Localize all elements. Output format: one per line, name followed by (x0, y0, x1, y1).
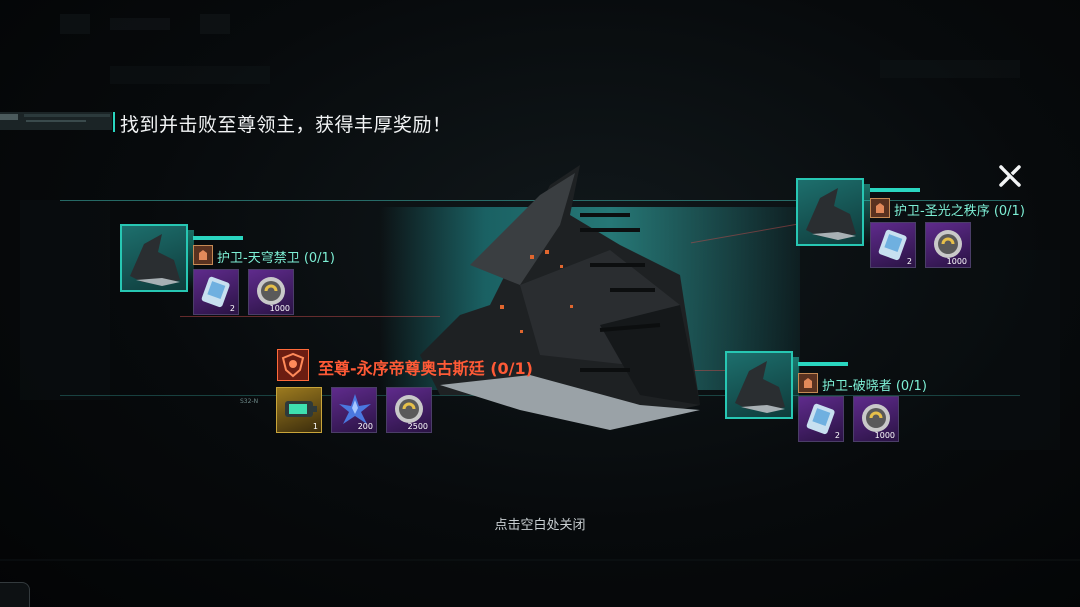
guard-name-3: 护卫-破晓者 (0/1) (822, 379, 927, 394)
reward-item[interactable]: 1000 (853, 396, 899, 442)
chip-card-icon (878, 229, 907, 261)
chip-card-icon (806, 403, 835, 435)
boss-emblem-icon (281, 352, 305, 378)
guard-badge-icon (798, 373, 818, 393)
guard-portrait-2[interactable] (796, 178, 870, 246)
reward-qty: 1 (312, 422, 318, 431)
reward-qty: 2 (906, 257, 912, 266)
guard-tier-bar (193, 236, 243, 240)
guard-tier-bar (870, 188, 920, 192)
close-hint: 点击空白处关闭 (494, 518, 586, 533)
close-icon (999, 165, 1021, 187)
coin-icon (862, 404, 890, 432)
guard-name-1: 护卫-天穹禁卫 (0/1) (217, 251, 335, 266)
boss-badge (277, 349, 309, 381)
title-divider (113, 112, 115, 132)
chip-card-icon (201, 276, 230, 308)
boss-name: 至尊-永序帝尊奥古斯廷 (0/1) (318, 359, 533, 378)
guard-ship-icon (130, 234, 180, 286)
reward-item[interactable]: 2 (870, 222, 916, 268)
coin-icon (934, 230, 962, 258)
guard-ship-icon (735, 361, 785, 413)
coin-icon (395, 395, 423, 423)
reward-qty: 2 (834, 431, 840, 440)
guard-portrait-3[interactable] (725, 351, 799, 419)
battery-icon (285, 401, 317, 417)
corner-tab[interactable] (0, 582, 30, 607)
sector-tag: S32-N (240, 398, 259, 405)
reward-qty: 2500 (407, 422, 428, 431)
header-decor-bar (0, 112, 112, 130)
reward-item[interactable]: 1000 (925, 222, 971, 268)
reward-item[interactable]: 200 (331, 387, 377, 433)
guard-tier-bar (798, 362, 848, 366)
reward-item[interactable]: 2 (798, 396, 844, 442)
coin-icon (257, 277, 285, 305)
reward-item[interactable]: 1 (276, 387, 322, 433)
guard-name-2: 护卫-圣光之秩序 (0/1) (894, 204, 1025, 219)
guard-badge-icon (193, 245, 213, 265)
reward-qty: 1000 (874, 431, 895, 440)
reward-qty: 1000 (269, 304, 290, 313)
guard-badge-icon (870, 198, 890, 218)
reward-item[interactable]: 1000 (248, 269, 294, 315)
reward-qty: 200 (357, 422, 373, 431)
reward-qty: 2 (229, 304, 235, 313)
page-title: 找到并击败至尊领主，获得丰厚奖励！ (120, 114, 452, 136)
reward-qty: 1000 (946, 257, 967, 266)
close-button[interactable] (994, 160, 1026, 192)
reward-item[interactable]: 2 (193, 269, 239, 315)
reward-item[interactable]: 2500 (386, 387, 432, 433)
guard-ship-icon (806, 188, 856, 240)
guard-portrait-1[interactable] (120, 224, 194, 292)
